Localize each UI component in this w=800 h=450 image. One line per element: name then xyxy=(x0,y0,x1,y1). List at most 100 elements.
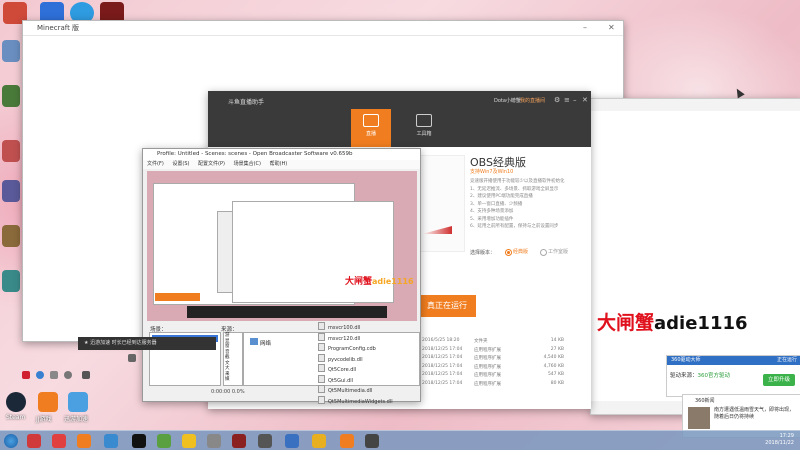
douyu-title: 斗鱼直播助手 xyxy=(228,99,265,106)
list-item[interactable]: Qt5Gui.dll xyxy=(318,375,393,386)
close-icon[interactable]: ✕ xyxy=(582,96,588,104)
table-row: 2018/12/25 17:04 应用程序扩展 80 KB xyxy=(422,381,587,390)
list-item[interactable]: pyvcodelib.dll xyxy=(318,354,393,365)
clock-time: 17:29 xyxy=(779,433,794,439)
taskbar: 17:29 2018/11/22 xyxy=(0,430,800,450)
taskbar-app-icon[interactable] xyxy=(365,434,379,448)
settings-icon[interactable] xyxy=(64,371,72,379)
douyu-header: 斗鱼直播助手 Dota小螃蟹 我的直播间 ⚙ ≡ – ✕ 直播 工具箱 xyxy=(208,91,591,147)
watermark-cn: 大闸蟹 xyxy=(345,277,373,287)
ie-icon[interactable] xyxy=(36,371,44,379)
taskbar-app-icon[interactable] xyxy=(52,434,66,448)
taskbar-app-icon[interactable] xyxy=(232,434,246,448)
file-date: 2018/12/25 17:04 xyxy=(422,355,463,360)
file-date: 2018/12/25 17:04 xyxy=(422,363,463,369)
start-icon[interactable] xyxy=(4,434,18,448)
mini-watermark: 大闸蟹adie1116 xyxy=(345,274,414,287)
news-text[interactable]: 南方遭遇低温雨雪天气，即将出现，随着后日仍将持续 xyxy=(714,407,798,421)
taskbar-app-icon[interactable] xyxy=(157,434,171,448)
list-item[interactable]: 媒 xyxy=(225,377,242,383)
taskbar-app-icon[interactable] xyxy=(285,434,299,448)
watermark-cn: 大闸蟹 xyxy=(597,312,655,334)
table-row: 2018/12/25 17:04 应用程序扩展 4,760 KB xyxy=(422,364,587,373)
taskbar-app-icon[interactable] xyxy=(104,434,118,448)
obs-status: 0:00:00 0.0% xyxy=(211,389,245,395)
minimize-icon[interactable]: – xyxy=(573,96,577,104)
taskbar-app-icon[interactable] xyxy=(27,434,41,448)
watermark-latin: adie1116 xyxy=(654,313,748,334)
file-details: 2016/5/25 18:20 文件夹 14 KB 2018/12/25 17:04… xyxy=(422,338,587,389)
taskbar-app-icon[interactable] xyxy=(77,434,91,448)
network-label[interactable]: 网络 xyxy=(260,339,271,347)
desc-line: 2、建议使用PC端功能完成直播 xyxy=(470,194,533,199)
menu-scene-collection[interactable]: 场景集合(C) xyxy=(234,161,261,167)
settings-icon[interactable]: ⚙ xyxy=(554,96,560,104)
nested-bar xyxy=(155,293,200,301)
douyu-username[interactable]: Dota小螃蟹 xyxy=(494,97,521,104)
file-size: 14 KB xyxy=(550,338,564,343)
menu-icon[interactable]: ≡ xyxy=(564,96,570,104)
jj-game-icon[interactable] xyxy=(38,392,58,412)
list-item[interactable]: Qt5Multimedia.dll xyxy=(318,385,393,396)
file-date: 2018/12/25 17:04 xyxy=(422,346,463,352)
news-thumbnail[interactable] xyxy=(688,407,710,429)
close-icon[interactable]: ✕ xyxy=(608,23,615,32)
network-icon xyxy=(250,338,258,345)
system-tray-clock[interactable]: 17:29 2018/11/22 xyxy=(765,433,794,447)
file-type: 应用程序扩展 xyxy=(474,364,501,370)
tab-live-label: 直播 xyxy=(365,131,376,137)
gamepad-icon[interactable] xyxy=(82,371,90,379)
taskbar-app-icon[interactable] xyxy=(312,434,326,448)
list-item[interactable]: msvcr100.dll xyxy=(318,322,393,333)
run-button[interactable]: 真正在运行 xyxy=(418,295,476,317)
file-type: 应用程序扩展 xyxy=(474,356,501,361)
desc-line: 竞速版开播使用于功能较少以及直播软件初始化 xyxy=(470,179,565,184)
taskbar-app-icon[interactable] xyxy=(132,434,146,448)
live-icon xyxy=(363,114,379,127)
desc-line: 1、无延迟推流、多场景、抓取游戏全屏显示 xyxy=(470,186,559,192)
driver-source-value: 360官方驱动 xyxy=(697,373,731,379)
table-row: 2016/5/25 18:20 文件夹 14 KB xyxy=(422,338,587,347)
driver-popup[interactable]: 360驱动大师 正在运行 驱动来源：360官方驱动 立即升级 xyxy=(666,355,800,397)
list-item[interactable]: Qt5MultimediaWidgets.dll xyxy=(318,396,393,407)
menu-settings[interactable]: 设置(S) xyxy=(172,161,189,167)
taskbar-app-icon[interactable] xyxy=(258,434,272,448)
desktop-icon[interactable] xyxy=(2,140,20,162)
list-item[interactable]: msvcr120.dll xyxy=(318,333,393,344)
radio-classic[interactable] xyxy=(505,249,512,256)
menu-file[interactable]: 文件(F) xyxy=(147,161,164,167)
file-size: 4,760 KB xyxy=(543,363,564,369)
minimize-icon[interactable]: – xyxy=(583,23,587,32)
taskbar-app-icon[interactable] xyxy=(340,434,354,448)
menu-profile[interactable]: 配置文件(P) xyxy=(198,161,225,167)
controller-icon[interactable] xyxy=(128,354,136,362)
driver-popup-header: 360驱动大师 正在运行 xyxy=(667,356,800,365)
desktop-icon[interactable] xyxy=(2,40,20,62)
upgrade-button[interactable]: 立即升级 xyxy=(763,374,795,386)
lips-icon[interactable] xyxy=(22,371,30,379)
desktop-icon[interactable] xyxy=(2,225,20,247)
desktop: Steam JJ游戏 迅游加速 Minecraft 版 – ✕ 斗鱼直播助手 D… xyxy=(0,0,800,450)
taskbar-app-icon[interactable] xyxy=(182,434,196,448)
radio-studio[interactable] xyxy=(540,249,547,256)
menu-help[interactable]: 帮助(H) xyxy=(270,161,288,167)
obs-title: Profile: Untitled - Scenes: scenes - Ope… xyxy=(143,149,420,160)
driver-source-label: 驱动来源： xyxy=(670,373,698,379)
desktop-icon[interactable] xyxy=(2,180,20,202)
list-item[interactable]: Qt5Core.dll xyxy=(318,364,393,375)
tab-live[interactable]: 直播 xyxy=(351,109,391,147)
desktop-icon[interactable] xyxy=(2,270,20,292)
my-room-link[interactable]: 我的直播间 xyxy=(520,97,545,104)
desktop-icon[interactable] xyxy=(2,85,20,107)
obs-menubar: 文件(F) 设置(S) 配置文件(P) 场景集合(C) 帮助(H) xyxy=(143,160,420,169)
volume-icon[interactable] xyxy=(50,371,58,379)
sources-list[interactable]: 游 显 窗 音 截 文 大 来 媒 xyxy=(223,332,243,386)
cursor-icon xyxy=(733,86,745,99)
nested-window xyxy=(232,201,394,303)
tab-toolbox[interactable]: 工具箱 xyxy=(404,109,444,147)
steam-icon[interactable] xyxy=(6,392,26,412)
taskbar-app-icon[interactable] xyxy=(207,434,221,448)
accelerator-icon[interactable] xyxy=(68,392,88,412)
obs-preview[interactable] xyxy=(147,171,417,321)
list-item[interactable]: ProgramConfig.cdb xyxy=(318,343,393,354)
